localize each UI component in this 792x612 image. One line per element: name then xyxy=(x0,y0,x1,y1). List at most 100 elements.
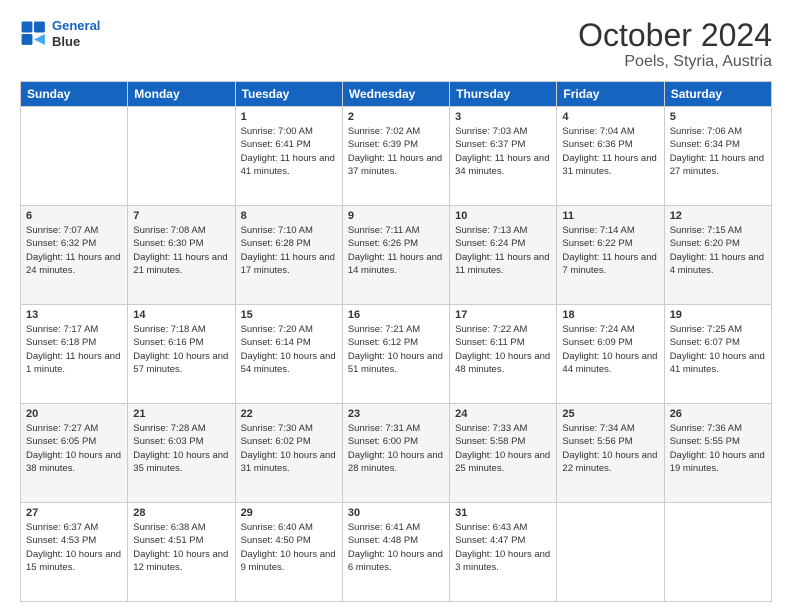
calendar-day: 6Sunrise: 7:07 AM Sunset: 6:32 PM Daylig… xyxy=(21,206,128,305)
calendar-day: 22 Sunrise: 7:30 AM Sunset: 6:02 PM Dayli… xyxy=(235,404,342,503)
day-info: Sunrise: 7:13 AM Sunset: 6:24 PM Dayligh… xyxy=(455,224,551,277)
day-info: Sunrise: 7:31 AM Sunset: 6:00 PM Dayligh… xyxy=(348,422,444,475)
day-number: 2 xyxy=(348,111,444,123)
day-info: Sunrise: 7:28 AM Sunset: 6:03 PM Dayligh… xyxy=(133,422,229,475)
day-number: 31 xyxy=(455,507,551,519)
day-info: Sunrise: 7:24 AM Sunset: 6:09 PM Dayligh… xyxy=(562,323,658,376)
calendar-day: 21 Sunrise: 7:28 AM Sunset: 6:03 PM Dayli… xyxy=(128,404,235,503)
day-number: 20 xyxy=(26,408,122,420)
day-info: Sunrise: 7:21 AM Sunset: 6:12 PM Dayligh… xyxy=(348,323,444,376)
day-info: Sunrise: 7:11 AM Sunset: 6:26 PM Dayligh… xyxy=(348,224,444,277)
day-number: 8 xyxy=(241,210,337,222)
calendar-week-5: 27Sunrise: 6:37 AM Sunset: 4:53 PM Dayli… xyxy=(21,503,772,602)
weekday-header-row: Sunday Monday Tuesday Wednesday Thursday… xyxy=(21,82,772,107)
logo-general: General xyxy=(52,18,100,33)
day-number: 19 xyxy=(670,309,766,321)
header: General Blue October 2024 Poels, Styria,… xyxy=(20,18,772,71)
day-info: Sunrise: 7:22 AM Sunset: 6:11 PM Dayligh… xyxy=(455,323,551,376)
day-info: Sunrise: 7:30 AM Sunset: 6:02 PM Dayligh… xyxy=(241,422,337,475)
day-info: Sunrise: 7:18 AM Sunset: 6:16 PM Dayligh… xyxy=(133,323,229,376)
day-number: 7 xyxy=(133,210,229,222)
calendar-day: 12 Sunrise: 7:15 AM Sunset: 6:20 PM Dayli… xyxy=(664,206,771,305)
day-number: 12 xyxy=(670,210,766,222)
calendar-day: 19 Sunrise: 7:25 AM Sunset: 6:07 PM Dayli… xyxy=(664,305,771,404)
calendar-day: 28Sunrise: 6:38 AM Sunset: 4:51 PM Dayli… xyxy=(128,503,235,602)
logo-text: General Blue xyxy=(52,18,100,49)
header-sunday: Sunday xyxy=(21,82,128,107)
calendar-day: 24 Sunrise: 7:33 AM Sunset: 5:58 PM Dayli… xyxy=(450,404,557,503)
day-number: 16 xyxy=(348,309,444,321)
day-number: 17 xyxy=(455,309,551,321)
day-number: 14 xyxy=(133,309,229,321)
calendar-day: 14 Sunrise: 7:18 AM Sunset: 6:16 PM Dayli… xyxy=(128,305,235,404)
day-number: 30 xyxy=(348,507,444,519)
day-number: 22 xyxy=(241,408,337,420)
calendar-day: 31Sunrise: 6:43 AM Sunset: 4:47 PM Dayli… xyxy=(450,503,557,602)
day-info: Sunrise: 7:03 AM Sunset: 6:37 PM Dayligh… xyxy=(455,125,551,178)
day-info: Sunrise: 7:25 AM Sunset: 6:07 PM Dayligh… xyxy=(670,323,766,376)
day-number: 29 xyxy=(241,507,337,519)
calendar-day: 13Sunrise: 7:17 AM Sunset: 6:18 PM Dayli… xyxy=(21,305,128,404)
calendar-week-2: 6Sunrise: 7:07 AM Sunset: 6:32 PM Daylig… xyxy=(21,206,772,305)
day-info: Sunrise: 7:10 AM Sunset: 6:28 PM Dayligh… xyxy=(241,224,337,277)
calendar-day: 8 Sunrise: 7:10 AM Sunset: 6:28 PM Daylig… xyxy=(235,206,342,305)
day-info: Sunrise: 7:02 AM Sunset: 6:39 PM Dayligh… xyxy=(348,125,444,178)
calendar-day: 4 Sunrise: 7:04 AM Sunset: 6:36 PM Daylig… xyxy=(557,107,664,206)
day-number: 27 xyxy=(26,507,122,519)
header-tuesday: Tuesday xyxy=(235,82,342,107)
day-number: 13 xyxy=(26,309,122,321)
calendar-day: 1 Sunrise: 7:00 AM Sunset: 6:41 PM Daylig… xyxy=(235,107,342,206)
calendar-day: 10 Sunrise: 7:13 AM Sunset: 6:24 PM Dayli… xyxy=(450,206,557,305)
calendar-day: 11 Sunrise: 7:14 AM Sunset: 6:22 PM Dayli… xyxy=(557,206,664,305)
day-info: Sunrise: 7:27 AM Sunset: 6:05 PM Dayligh… xyxy=(26,422,122,475)
calendar-day: 17 Sunrise: 7:22 AM Sunset: 6:11 PM Dayli… xyxy=(450,305,557,404)
calendar-day: 16 Sunrise: 7:21 AM Sunset: 6:12 PM Dayli… xyxy=(342,305,449,404)
calendar-day: 29 Sunrise: 6:40 AM Sunset: 4:50 PM Dayli… xyxy=(235,503,342,602)
calendar-week-1: 1 Sunrise: 7:00 AM Sunset: 6:41 PM Daylig… xyxy=(21,107,772,206)
day-info: Sunrise: 7:00 AM Sunset: 6:41 PM Dayligh… xyxy=(241,125,337,178)
day-number: 1 xyxy=(241,111,337,123)
day-info: Sunrise: 7:33 AM Sunset: 5:58 PM Dayligh… xyxy=(455,422,551,475)
day-number: 18 xyxy=(562,309,658,321)
page: General Blue October 2024 Poels, Styria,… xyxy=(0,0,792,612)
day-number: 24 xyxy=(455,408,551,420)
header-thursday: Thursday xyxy=(450,82,557,107)
day-number: 5 xyxy=(670,111,766,123)
logo: General Blue xyxy=(20,18,100,49)
logo-blue: Blue xyxy=(52,34,100,50)
calendar-week-4: 20 Sunrise: 7:27 AM Sunset: 6:05 PM Dayli… xyxy=(21,404,772,503)
calendar-day: 5Sunrise: 7:06 AM Sunset: 6:34 PM Daylig… xyxy=(664,107,771,206)
calendar-day: 18 Sunrise: 7:24 AM Sunset: 6:09 PM Dayli… xyxy=(557,305,664,404)
calendar-day xyxy=(128,107,235,206)
day-info: Sunrise: 7:14 AM Sunset: 6:22 PM Dayligh… xyxy=(562,224,658,277)
day-number: 11 xyxy=(562,210,658,222)
calendar-day: 3Sunrise: 7:03 AM Sunset: 6:37 PM Daylig… xyxy=(450,107,557,206)
day-number: 10 xyxy=(455,210,551,222)
calendar-week-3: 13Sunrise: 7:17 AM Sunset: 6:18 PM Dayli… xyxy=(21,305,772,404)
calendar-day: 27Sunrise: 6:37 AM Sunset: 4:53 PM Dayli… xyxy=(21,503,128,602)
calendar-day xyxy=(664,503,771,602)
day-number: 9 xyxy=(348,210,444,222)
day-number: 21 xyxy=(133,408,229,420)
day-info: Sunrise: 7:08 AM Sunset: 6:30 PM Dayligh… xyxy=(133,224,229,277)
day-info: Sunrise: 7:15 AM Sunset: 6:20 PM Dayligh… xyxy=(670,224,766,277)
day-info: Sunrise: 7:36 AM Sunset: 5:55 PM Dayligh… xyxy=(670,422,766,475)
logo-icon xyxy=(20,20,48,48)
calendar-day: 15Sunrise: 7:20 AM Sunset: 6:14 PM Dayli… xyxy=(235,305,342,404)
day-info: Sunrise: 7:04 AM Sunset: 6:36 PM Dayligh… xyxy=(562,125,658,178)
header-monday: Monday xyxy=(128,82,235,107)
calendar-day: 2 Sunrise: 7:02 AM Sunset: 6:39 PM Daylig… xyxy=(342,107,449,206)
day-number: 25 xyxy=(562,408,658,420)
day-number: 4 xyxy=(562,111,658,123)
day-info: Sunrise: 7:07 AM Sunset: 6:32 PM Dayligh… xyxy=(26,224,122,277)
calendar-subtitle: Poels, Styria, Austria xyxy=(578,53,772,71)
calendar-day: 7 Sunrise: 7:08 AM Sunset: 6:30 PM Daylig… xyxy=(128,206,235,305)
calendar-day: 25Sunrise: 7:34 AM Sunset: 5:56 PM Dayli… xyxy=(557,404,664,503)
day-number: 15 xyxy=(241,309,337,321)
title-block: October 2024 Poels, Styria, Austria xyxy=(578,18,772,71)
day-info: Sunrise: 6:38 AM Sunset: 4:51 PM Dayligh… xyxy=(133,521,229,574)
header-wednesday: Wednesday xyxy=(342,82,449,107)
calendar-title: October 2024 xyxy=(578,18,772,53)
header-friday: Friday xyxy=(557,82,664,107)
day-info: Sunrise: 6:40 AM Sunset: 4:50 PM Dayligh… xyxy=(241,521,337,574)
